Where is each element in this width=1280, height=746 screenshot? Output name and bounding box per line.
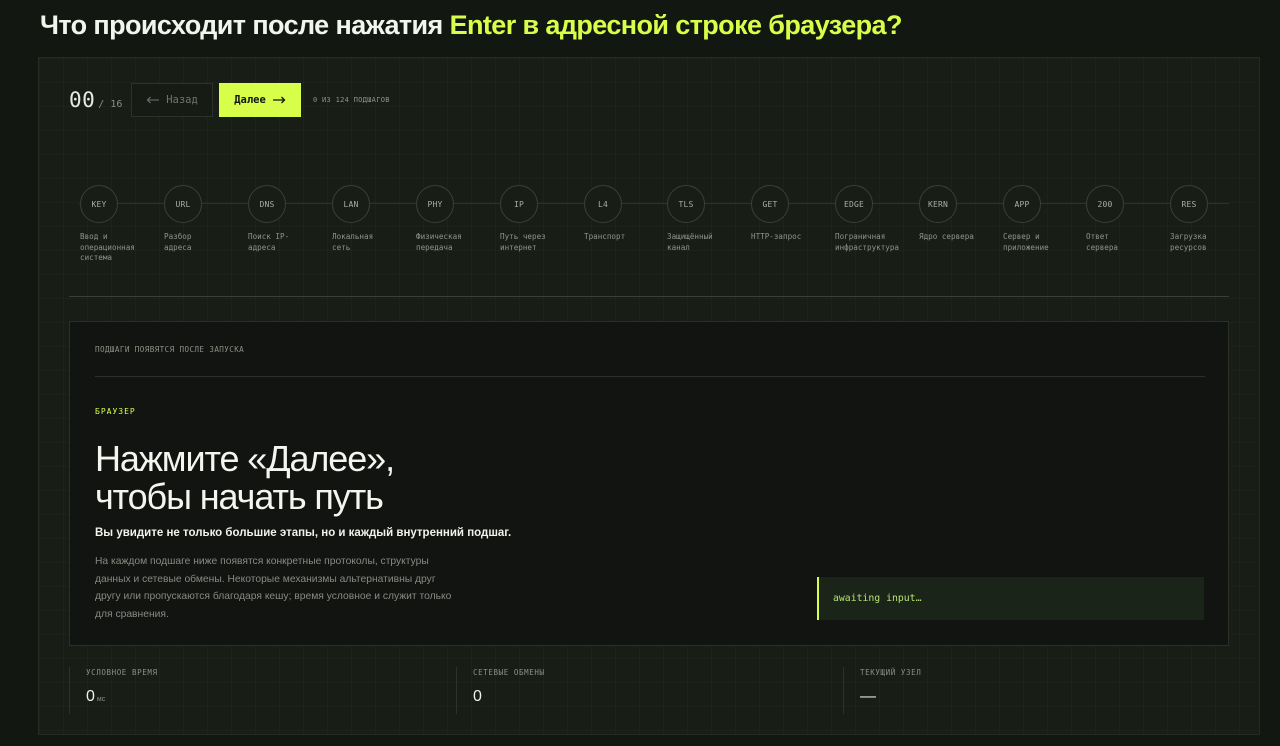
metric-exchanges-label: СЕТЕВЫЕ ОБМЕНЫ: [473, 668, 545, 677]
stage-get[interactable]: GET HTTP-запрос: [751, 185, 831, 243]
arrow-right-icon: [272, 96, 286, 104]
stage-node: TLS: [667, 185, 705, 223]
step-headline: Нажмите «Далее», чтобы начать путь: [95, 438, 395, 517]
stage-label: HTTP-запрос: [751, 232, 802, 241]
stage-key[interactable]: KEY Ввод и операционная система: [80, 185, 160, 264]
stage-l4[interactable]: L4 Транспорт: [584, 185, 664, 243]
console-text: awaiting input…: [833, 593, 922, 604]
metric-time-unit: мс: [96, 696, 106, 703]
page-title-accent: Enter в адресной строке браузера?: [449, 10, 903, 40]
timeline-divider: [69, 296, 1229, 297]
stage-label: Загрузка ресурсов: [1170, 232, 1207, 252]
stage-label: Защищённый канал: [667, 232, 713, 252]
stage-node: KEY: [80, 185, 118, 223]
metric-exchanges-value: 0: [473, 688, 482, 705]
stage-label: Разбор адреса: [164, 232, 192, 252]
stage-label: Поиск IP- адреса: [248, 232, 290, 252]
stage-node: RES: [1170, 185, 1208, 223]
stage-res[interactable]: RES Загрузка ресурсов: [1170, 185, 1250, 253]
next-button[interactable]: Далее: [219, 83, 301, 117]
stage-node: DNS: [248, 185, 286, 223]
stage-node: APP: [1003, 185, 1041, 223]
substep-counter: 0 ИЗ 124 ПОДШАГОВ: [313, 96, 390, 104]
page-title-plain: Что происходит после нажатия: [40, 10, 443, 40]
stage-lan[interactable]: LAN Локальная сеть: [332, 185, 412, 253]
step-counter: 00/ 16: [69, 88, 122, 112]
stage-dns[interactable]: DNS Поиск IP- адреса: [248, 185, 328, 253]
stage-app[interactable]: APP Сервер и приложение: [1003, 185, 1083, 253]
step-total: / 16: [98, 99, 123, 110]
stage-node: KERN: [919, 185, 957, 223]
page-title: Что происходит после нажатия Enter в адр…: [40, 10, 902, 41]
stage-label: Ввод и операционная система: [80, 232, 135, 263]
stage-node: PHY: [416, 185, 454, 223]
metric-time-label: УСЛОВНОЕ ВРЕМЯ: [86, 668, 158, 677]
stage-label: Сервер и приложение: [1003, 232, 1049, 252]
card-divider: [95, 376, 1205, 377]
metric-current-node: ТЕКУЩИЙ УЗЕЛ —: [843, 667, 1229, 714]
metric-time: УСЛОВНОЕ ВРЕМЯ 0 мс: [69, 667, 455, 714]
journey-panel: 00/ 16 Назад Далее 0 ИЗ 124 ПОДШАГОВ KEY…: [38, 57, 1260, 735]
stage-phy[interactable]: PHY Физическая передача: [416, 185, 496, 253]
stage-node: L4: [584, 185, 622, 223]
stage-url[interactable]: URL Разбор адреса: [164, 185, 244, 253]
stage-edge[interactable]: EDGE Пограничная инфраструктура: [835, 185, 915, 253]
step-card: ПОДШАГИ ПОЯВЯТСЯ ПОСЛЕ ЗАПУСКА БРАУЗЕР Н…: [69, 321, 1229, 646]
stage-label: Путь через интернет: [500, 232, 546, 252]
stage-label: Ответ сервера: [1086, 232, 1119, 252]
arrow-left-icon: [146, 96, 160, 104]
metric-node-value: —: [860, 688, 876, 705]
stage-node: URL: [164, 185, 202, 223]
stage-label: Локальная сеть: [332, 232, 374, 252]
step-subheadline: Вы увидите не только большие этапы, но и…: [95, 527, 512, 539]
step-description: На каждом подшаге ниже появятся конкретн…: [95, 556, 452, 620]
stage-node: LAN: [332, 185, 370, 223]
stage-node: 200: [1086, 185, 1124, 223]
stage-tls[interactable]: TLS Защищённый канал: [667, 185, 747, 253]
back-button-label: Назад: [166, 94, 198, 106]
stage-200[interactable]: 200 Ответ сервера: [1086, 185, 1166, 253]
stage-node: EDGE: [835, 185, 873, 223]
stage-ip[interactable]: IP Путь через интернет: [500, 185, 580, 253]
stage-node: IP: [500, 185, 538, 223]
back-button[interactable]: Назад: [131, 83, 213, 117]
step-current: 00: [69, 88, 96, 112]
stage-node: GET: [751, 185, 789, 223]
section-tag: БРАУЗЕР: [95, 407, 136, 416]
metric-time-value: 0: [86, 688, 95, 705]
metric-exchanges: СЕТЕВЫЕ ОБМЕНЫ 0: [456, 667, 842, 714]
stage-label: Пограничная инфраструктура: [835, 232, 900, 252]
stage-kern[interactable]: KERN Ядро сервера: [919, 185, 999, 243]
next-button-label: Далее: [234, 94, 266, 106]
stage-label: Ядро сервера: [919, 232, 974, 241]
metric-node-label: ТЕКУЩИЙ УЗЕЛ: [860, 668, 922, 677]
console-output: awaiting input…: [817, 577, 1204, 620]
substeps-note: ПОДШАГИ ПОЯВЯТСЯ ПОСЛЕ ЗАПУСКА: [95, 345, 245, 354]
stage-label: Физическая передача: [416, 232, 462, 252]
stage-label: Транспорт: [584, 232, 626, 241]
